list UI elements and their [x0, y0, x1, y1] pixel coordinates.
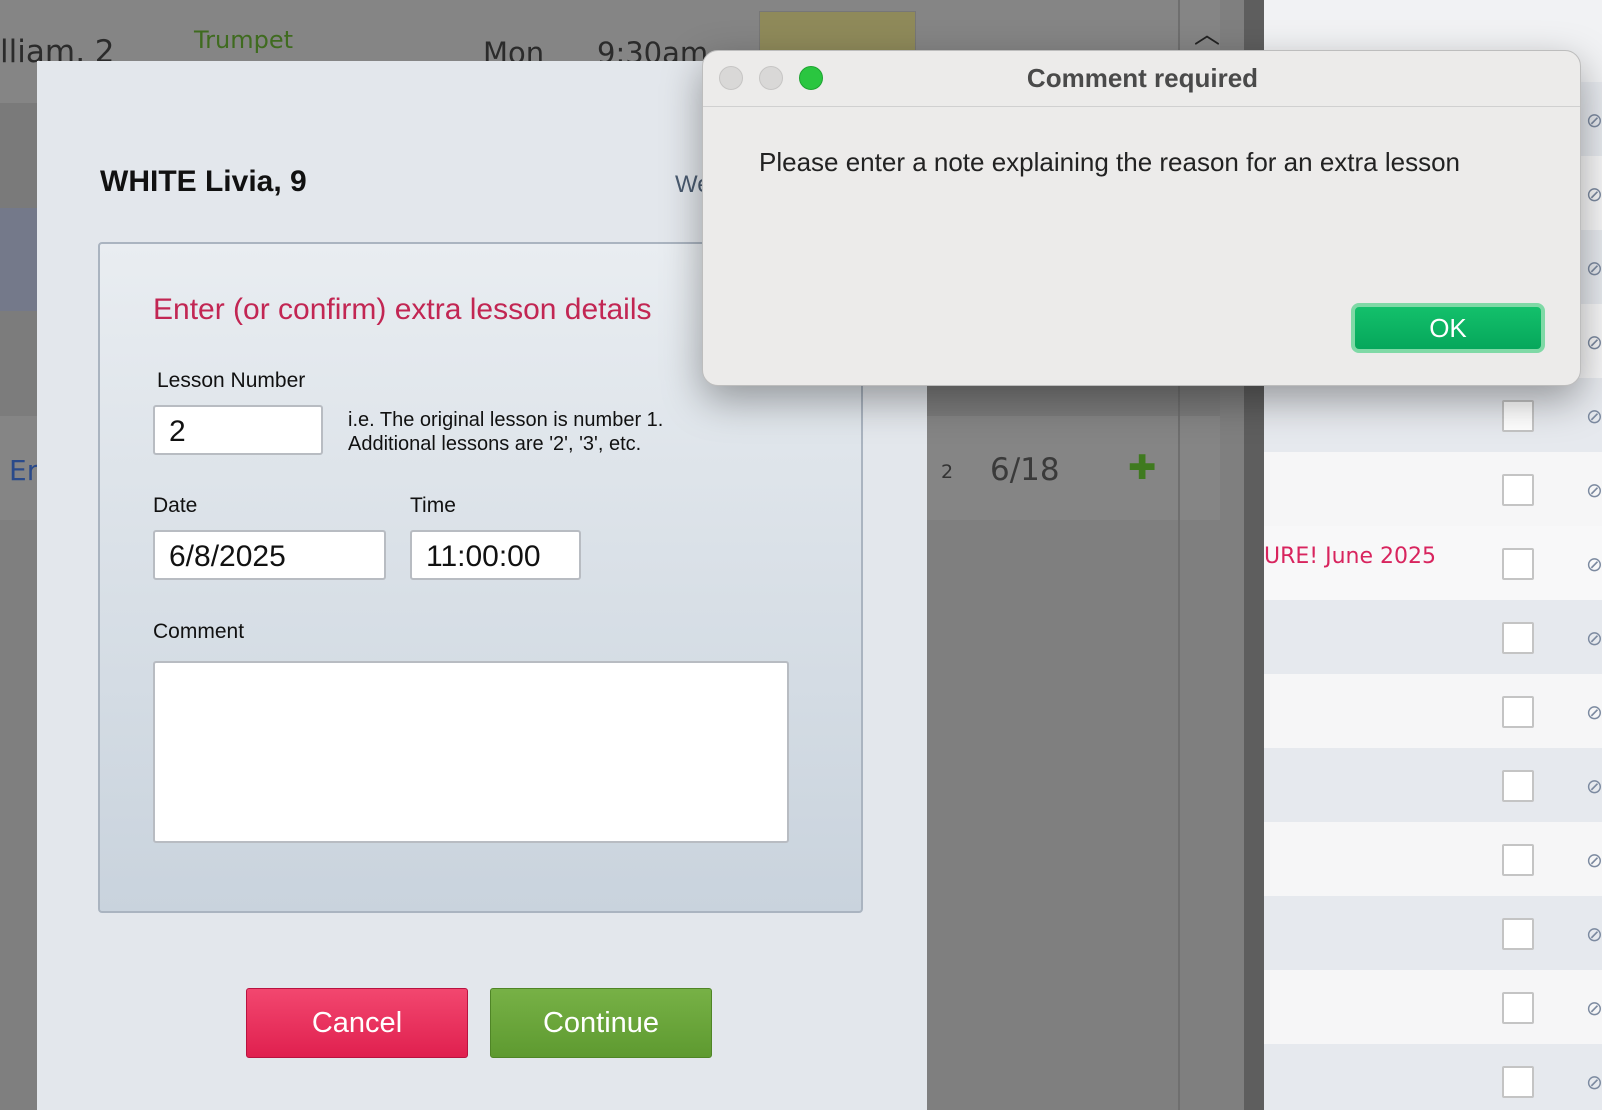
lesson-number-label: Lesson Number	[157, 369, 306, 392]
bg-lesson-index: 2	[941, 461, 954, 483]
time-field[interactable]: 11:00:00	[410, 530, 581, 580]
lesson-number-hint: i.e. The original lesson is number 1. Ad…	[348, 408, 663, 456]
row-checkbox[interactable]	[1502, 696, 1534, 728]
eye-slash-icon[interactable]: ⊘	[1586, 256, 1602, 280]
list-row: ⊘	[1264, 748, 1602, 822]
eye-slash-icon[interactable]: ⊘	[1586, 996, 1602, 1020]
row-checkbox[interactable]	[1502, 844, 1534, 876]
list-row: ⊘	[1264, 822, 1602, 896]
list-row: ⊘	[1264, 896, 1602, 970]
row-checkbox[interactable]	[1502, 400, 1534, 432]
row-checkbox[interactable]	[1502, 1066, 1534, 1098]
list-row: ⊘	[1264, 1044, 1602, 1110]
row-checkbox[interactable]	[1502, 918, 1534, 950]
list-row: ⊘	[1264, 600, 1602, 674]
panel-title: Enter (or confirm) extra lesson details	[153, 293, 652, 326]
eye-slash-icon[interactable]: ⊘	[1586, 626, 1602, 650]
row-checkbox[interactable]	[1502, 992, 1534, 1024]
eye-slash-icon[interactable]: ⊘	[1586, 922, 1602, 946]
list-row: ⊘	[1264, 970, 1602, 1044]
row-checkbox[interactable]	[1502, 770, 1534, 802]
comment-required-dialog: Comment required Please enter a note exp…	[702, 50, 1581, 386]
list-row: ⊘	[1264, 452, 1602, 526]
hint-line: i.e. The original lesson is number 1.	[348, 409, 664, 431]
date-label: Date	[153, 494, 198, 517]
eye-slash-icon[interactable]: ⊘	[1586, 478, 1602, 502]
row-checkbox[interactable]	[1502, 474, 1534, 506]
list-row: ⊘	[1264, 378, 1602, 452]
eye-slash-icon[interactable]: ⊘	[1586, 774, 1602, 798]
hint-line: Additional lessons are '2', '3', etc.	[348, 433, 642, 455]
row-checkbox[interactable]	[1502, 622, 1534, 654]
lesson-number-field[interactable]: 2	[153, 405, 323, 455]
list-row-note: URE! June 2025	[1264, 544, 1436, 569]
add-lesson-icon[interactable]: ✚	[1128, 448, 1157, 488]
date-field[interactable]: 6/8/2025	[153, 530, 386, 580]
eye-slash-icon[interactable]: ⊘	[1586, 330, 1602, 354]
dialog-titlebar: Comment required	[703, 51, 1580, 107]
comment-label: Comment	[153, 620, 245, 643]
list-row: URE! June 2025 ⊘	[1264, 526, 1602, 600]
bg-lesson-count: 6/18	[990, 452, 1060, 488]
eye-slash-icon[interactable]: ⊘	[1586, 108, 1602, 132]
continue-button[interactable]: Continue	[490, 988, 712, 1058]
eye-slash-icon[interactable]: ⊘	[1586, 552, 1602, 576]
eye-slash-icon[interactable]: ⊘	[1586, 700, 1602, 724]
eye-slash-icon[interactable]: ⊘	[1586, 182, 1602, 206]
ok-button[interactable]: OK	[1351, 303, 1545, 353]
chevron-up-icon[interactable]: ︿	[1194, 14, 1220, 51]
dialog-title: Comment required	[1026, 63, 1259, 93]
cancel-button[interactable]: Cancel	[246, 988, 468, 1058]
bg-instrument: Trumpet	[194, 26, 293, 54]
eye-slash-icon[interactable]: ⊘	[1586, 1070, 1602, 1094]
row-checkbox[interactable]	[1502, 548, 1534, 580]
time-label: Time	[410, 494, 456, 517]
dialog-message: Please enter a note explaining the reaso…	[759, 147, 1461, 177]
eye-slash-icon[interactable]: ⊘	[1586, 404, 1602, 428]
student-name: WHITE Livia, 9	[100, 165, 307, 198]
comment-textarea[interactable]	[153, 661, 789, 843]
list-row: ⊘	[1264, 674, 1602, 748]
eye-slash-icon[interactable]: ⊘	[1586, 848, 1602, 872]
